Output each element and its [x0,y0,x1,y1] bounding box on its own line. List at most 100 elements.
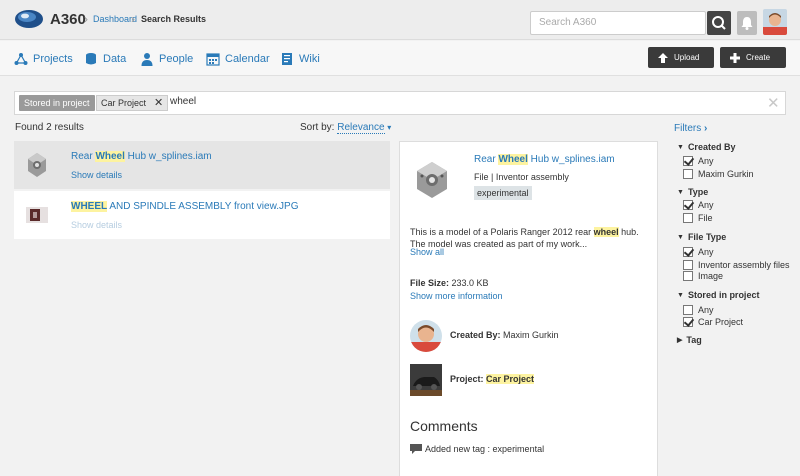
checkbox[interactable] [683,247,693,257]
checkbox[interactable] [683,169,693,179]
remove-chip-icon[interactable]: ✕ [154,96,163,110]
chevron-down-icon: ▾ [387,123,392,132]
filter-group-file-type[interactable]: ▼ File Type [677,232,726,242]
nav-projects-label: Projects [33,53,73,65]
bell-icon [741,17,753,30]
caret-down-icon: ▼ [677,291,684,299]
creator-avatar[interactable] [410,320,442,352]
project-link[interactable]: Car Project [486,374,535,384]
comment-text: Added new tag : experimental [425,444,545,454]
filter-group-created-by[interactable]: ▼ Created By [677,142,735,152]
checkbox[interactable] [683,213,693,223]
search-icon [712,16,726,30]
upload-arrow-icon [658,52,668,63]
filters-title: Filters [674,123,702,134]
filter-option[interactable]: Any [683,200,714,210]
create-button-label: Create [746,53,771,62]
show-details-link[interactable]: Show details [71,220,122,230]
upload-button[interactable]: Upload [648,47,714,68]
filter-option[interactable]: Image [683,271,723,281]
nav-calendar[interactable]: Calendar [206,50,270,68]
detail-file-type: File | Inventor assembly [474,172,569,182]
assembly-thumbnail-icon [28,153,46,177]
result-item[interactable]: WHEEL AND SPINDLE ASSEMBLY front view.JP… [14,191,390,239]
show-all-link[interactable]: Show all [410,247,444,257]
show-details-link[interactable]: Show details [71,170,122,180]
checkbox[interactable] [683,305,693,315]
nav-people-label: People [159,53,194,65]
filter-group-tag[interactable]: ▶ Tag [677,335,702,345]
caret-right-icon: ▶ [677,337,683,344]
detail-panel: Rear Wheel Hub w_splines.iam File | Inve… [399,141,658,476]
nav-people[interactable]: People [140,50,193,68]
filters-toggle[interactable]: Filters › [674,123,707,134]
created-by: Created By: Maxim Gurkin [450,330,559,340]
checkbox[interactable] [683,156,693,166]
filter-option[interactable]: Inventor assembly files [683,260,790,270]
people-icon [141,53,153,66]
project-filter-chip-label: Car Project [101,98,147,108]
checkbox[interactable] [683,317,693,327]
wiki-icon [282,53,292,65]
calendar-icon [206,53,220,66]
plus-icon [730,52,740,63]
user-avatar[interactable] [763,9,787,35]
nav-data[interactable]: Data [84,50,126,68]
checkbox[interactable] [683,271,693,281]
filter-group-stored-in-project[interactable]: ▼ Stored in project [677,290,759,300]
search-filter-bar: Stored in project Car Project ✕ ✕ [14,91,786,115]
filter-option[interactable]: Maxim Gurkin [683,169,754,179]
filter-group-type[interactable]: ▼ Type [677,187,708,197]
caret-down-icon: ▼ [677,143,684,151]
comments-heading: Comments [410,418,478,434]
image-thumbnail-icon [26,207,48,223]
detail-description: This is a model of a Polaris Ranger 2012… [410,227,639,249]
a360-logo-icon[interactable] [14,9,44,29]
nav-wiki[interactable]: Wiki [280,50,320,68]
assembly-preview-icon [417,162,447,198]
sort-label: Sort by: [300,122,335,133]
project-field: Project: Car Project [450,374,535,384]
results-count: Found 2 results [15,122,84,133]
filter-option[interactable]: Car Project [683,317,743,327]
project-thumbnail[interactable] [410,364,442,396]
breadcrumb-separator-icon: › [84,12,88,26]
caret-down-icon: ▼ [677,188,684,196]
sort-control[interactable]: Sort by: Relevance ▾ [300,122,392,134]
breadcrumb-current: Search Results [141,14,207,24]
comment-icon [410,444,422,454]
user-avatar-image [763,9,787,35]
create-button[interactable]: Create [720,47,786,68]
file-size: File Size: 233.0 KB [410,278,489,288]
caret-down-icon: ▼ [677,233,684,241]
upload-button-label: Upload [674,53,700,62]
nav-calendar-label: Calendar [225,53,270,65]
sort-value-dropdown[interactable]: Relevance [337,122,385,134]
breadcrumb-separator-icon: › [131,12,135,26]
result-title-link[interactable]: WHEEL AND SPINDLE ASSEMBLY front view.JP… [71,201,298,212]
result-item[interactable]: Rear Wheel Hub w_splines.iam Show detail… [14,141,390,189]
app-title[interactable]: A360 [50,11,86,28]
project-filter-chip[interactable]: Car Project ✕ [96,95,169,111]
query-input[interactable] [170,96,670,107]
creator-avatar-image [410,320,442,352]
checkbox[interactable] [683,200,693,210]
detail-title-link[interactable]: Rear Wheel Hub w_splines.iam [474,154,615,165]
notifications-button[interactable] [737,11,757,35]
checkbox[interactable] [683,260,693,270]
clear-search-icon[interactable]: ✕ [767,94,780,112]
global-search-box [530,11,706,35]
filter-option[interactable]: Any [683,247,714,257]
car-image-icon [410,364,442,396]
scope-chip[interactable]: Stored in project [19,95,95,111]
nav-projects[interactable]: Projects [14,50,73,68]
show-more-info-link[interactable]: Show more information [410,291,503,301]
global-search-input[interactable] [539,17,699,28]
filter-option[interactable]: Any [683,156,714,166]
filter-option[interactable]: Any [683,305,714,315]
result-title-link[interactable]: Rear Wheel Hub w_splines.iam [71,151,212,162]
top-bar: A360 › Dashboard › Search Results [0,0,800,40]
filter-option[interactable]: File [683,213,713,223]
tag-badge[interactable]: experimental [474,186,532,200]
search-button[interactable] [707,11,731,35]
